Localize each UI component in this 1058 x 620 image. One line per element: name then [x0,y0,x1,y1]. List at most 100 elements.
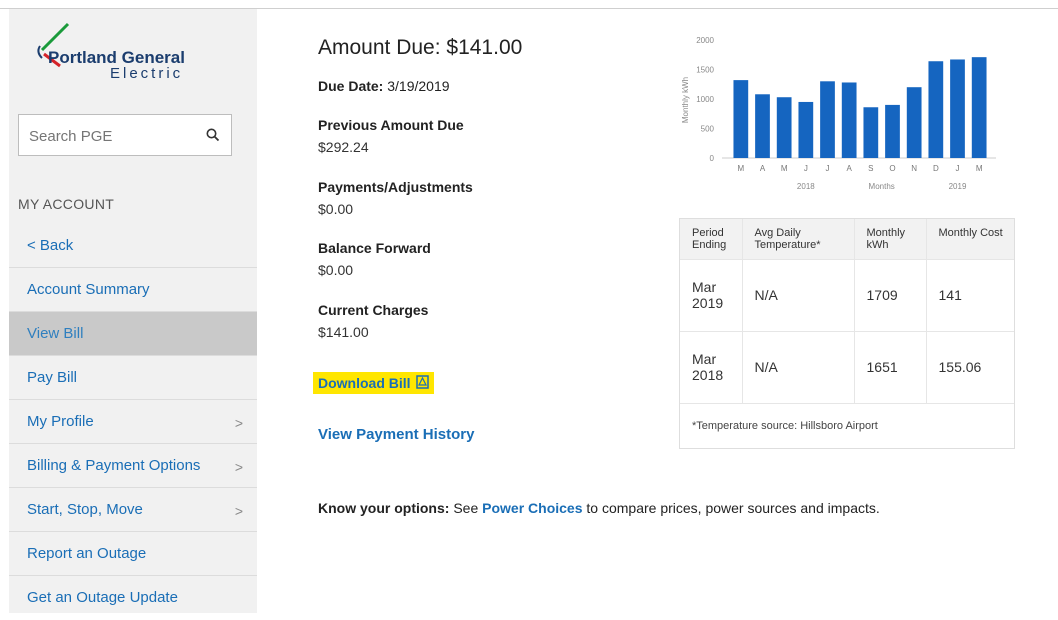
chevron-right-icon: > [234,503,243,519]
x-tick-label: J [826,164,830,173]
options-tail: to compare prices, power sources and imp… [586,500,880,516]
chevron-right-icon: > [234,459,243,475]
line-value: $141.00 [318,324,369,340]
cell-temp: N/A [742,258,855,331]
sidebar-item-label: Pay Bill [27,369,78,386]
sidebar-item-account-summary[interactable]: Account Summary [9,268,257,312]
sidebar-item-back[interactable]: < Back [9,224,257,268]
sidebar-item-report-outage[interactable]: Report an Outage [9,532,257,576]
chart-bar [971,57,987,158]
table-row: Mar 2019 N/A 1709 141 [680,258,1014,331]
sidebar-heading: MY ACCOUNT [18,196,115,212]
x-tick-label: N [911,164,917,173]
sidebar-item-label: My Profile [27,413,94,430]
table-row: Mar 2018 N/A 1651 155.06 [680,330,1014,403]
chart-bar [820,81,835,158]
options-see: See [453,500,479,516]
usage-table: Period Ending Avg Daily Temperature* Mon… [679,218,1015,449]
cell-period: Mar 2018 [680,330,743,403]
bill-line-previous: Previous Amount Due $292.24 [318,117,464,155]
cell-kwh: 1709 [854,258,927,331]
sidebar-item-label: Start, Stop, Move [27,501,143,518]
x-tick-label: J [956,164,960,173]
header-monthly-kwh: Monthly kWh [854,219,927,259]
download-bill-label: Download Bill [318,375,411,391]
bill-line-payments: Payments/Adjustments $0.00 [318,179,473,217]
power-options-text: Know your options: See Power Choices to … [318,500,880,516]
sidebar-item-view-bill[interactable]: View Bill [9,312,257,356]
chart-bar [906,87,922,158]
y-tick-label: 2000 [696,36,714,45]
sidebar-item-label: Get an Outage Update [27,589,178,606]
cell-cost: 141 [926,258,1014,331]
header-monthly-cost: Monthly Cost [926,219,1014,259]
x-tick-label: J [804,164,808,173]
top-border [0,0,1058,9]
sidebar-nav: < Back Account Summary View Bill Pay Bil… [9,224,257,620]
line-value: $0.00 [318,201,354,217]
amount-due: Amount Due: $141.00 [318,36,523,59]
sidebar-item-billing-payment-options[interactable]: Billing & Payment Options > [9,444,257,488]
line-title: Balance Forward [318,240,431,256]
sidebar-item-outage-update[interactable]: Get an Outage Update [9,576,257,620]
pge-logo[interactable]: Portland General Electric [30,18,235,88]
sidebar-item-label: View Bill [27,325,84,342]
download-bill-link[interactable]: Download Bill [313,372,435,394]
sidebar-item-label: Billing & Payment Options [27,457,201,474]
search-icon[interactable] [205,127,221,143]
chart-bar [755,94,770,158]
temperature-footnote: *Temperature source: Hillsboro Airport [680,403,1014,448]
due-date: Due Date: 3/19/2019 [318,78,450,94]
x-tick-label: M [737,164,744,173]
sidebar-item-label: Account Summary [27,281,150,298]
y-tick-label: 1000 [696,95,714,104]
y-tick-label: 500 [701,125,715,134]
y-tick-label: 1500 [696,66,714,75]
x-tick-label: O [889,164,895,173]
y-axis-label: Monthly kWh [681,77,690,123]
due-date-value: 3/19/2019 [387,78,450,94]
view-payment-history-link[interactable]: View Payment History [318,426,474,443]
x-tick-label: A [846,164,852,173]
cell-period: Mar 2019 [680,258,743,331]
x-year-label: 2019 [949,182,967,191]
sidebar-item-label: < Back [27,237,74,254]
pdf-icon [416,375,430,389]
monthly-kwh-chart: 0500100015002000Monthly kWhM A M J J A S O N D J M2… [681,36,996,191]
y-tick-label: 0 [710,154,715,163]
bill-line-current: Current Charges $141.00 [318,302,428,340]
line-title: Current Charges [318,302,429,318]
chart-bar [776,97,792,158]
chart-bar [863,107,879,158]
sidebar-item-my-profile[interactable]: My Profile > [9,400,257,444]
logo-text-line2: Electric [110,65,184,82]
chart-bar [928,61,944,158]
due-date-label: Due Date: [318,78,384,94]
x-tick-label: D [933,164,939,173]
chart-bar [733,80,749,158]
power-choices-link[interactable]: Power Choices [482,500,582,516]
x-tick-label: A [760,164,766,173]
sidebar-item-pay-bill[interactable]: Pay Bill [9,356,257,400]
line-value: $0.00 [318,262,354,278]
cell-cost: 155.06 [926,330,1014,403]
header-avg-temp: Avg Daily Temperature* [742,219,855,259]
chart-bar [798,101,814,158]
chart-bar [885,104,900,158]
options-lead: Know your options: [318,500,450,516]
chevron-right-icon: > [234,415,243,431]
sidebar-item-label: Report an Outage [27,545,147,562]
sidebar-item-start-stop-move[interactable]: Start, Stop, Move > [9,488,257,532]
bill-line-balance: Balance Forward $0.00 [318,240,431,278]
line-title: Previous Amount Due [318,117,464,133]
cell-temp: N/A [742,330,855,403]
search-box[interactable] [18,114,232,156]
header-period-ending: Period Ending [680,219,743,259]
x-year-label: 2018 [797,182,815,191]
chart-bar [950,59,965,158]
x-tick-label: M [781,164,788,173]
x-axis-label: Months [869,182,895,191]
chart-bar [841,82,857,158]
x-tick-label: S [868,164,873,173]
search-input[interactable] [27,124,201,148]
